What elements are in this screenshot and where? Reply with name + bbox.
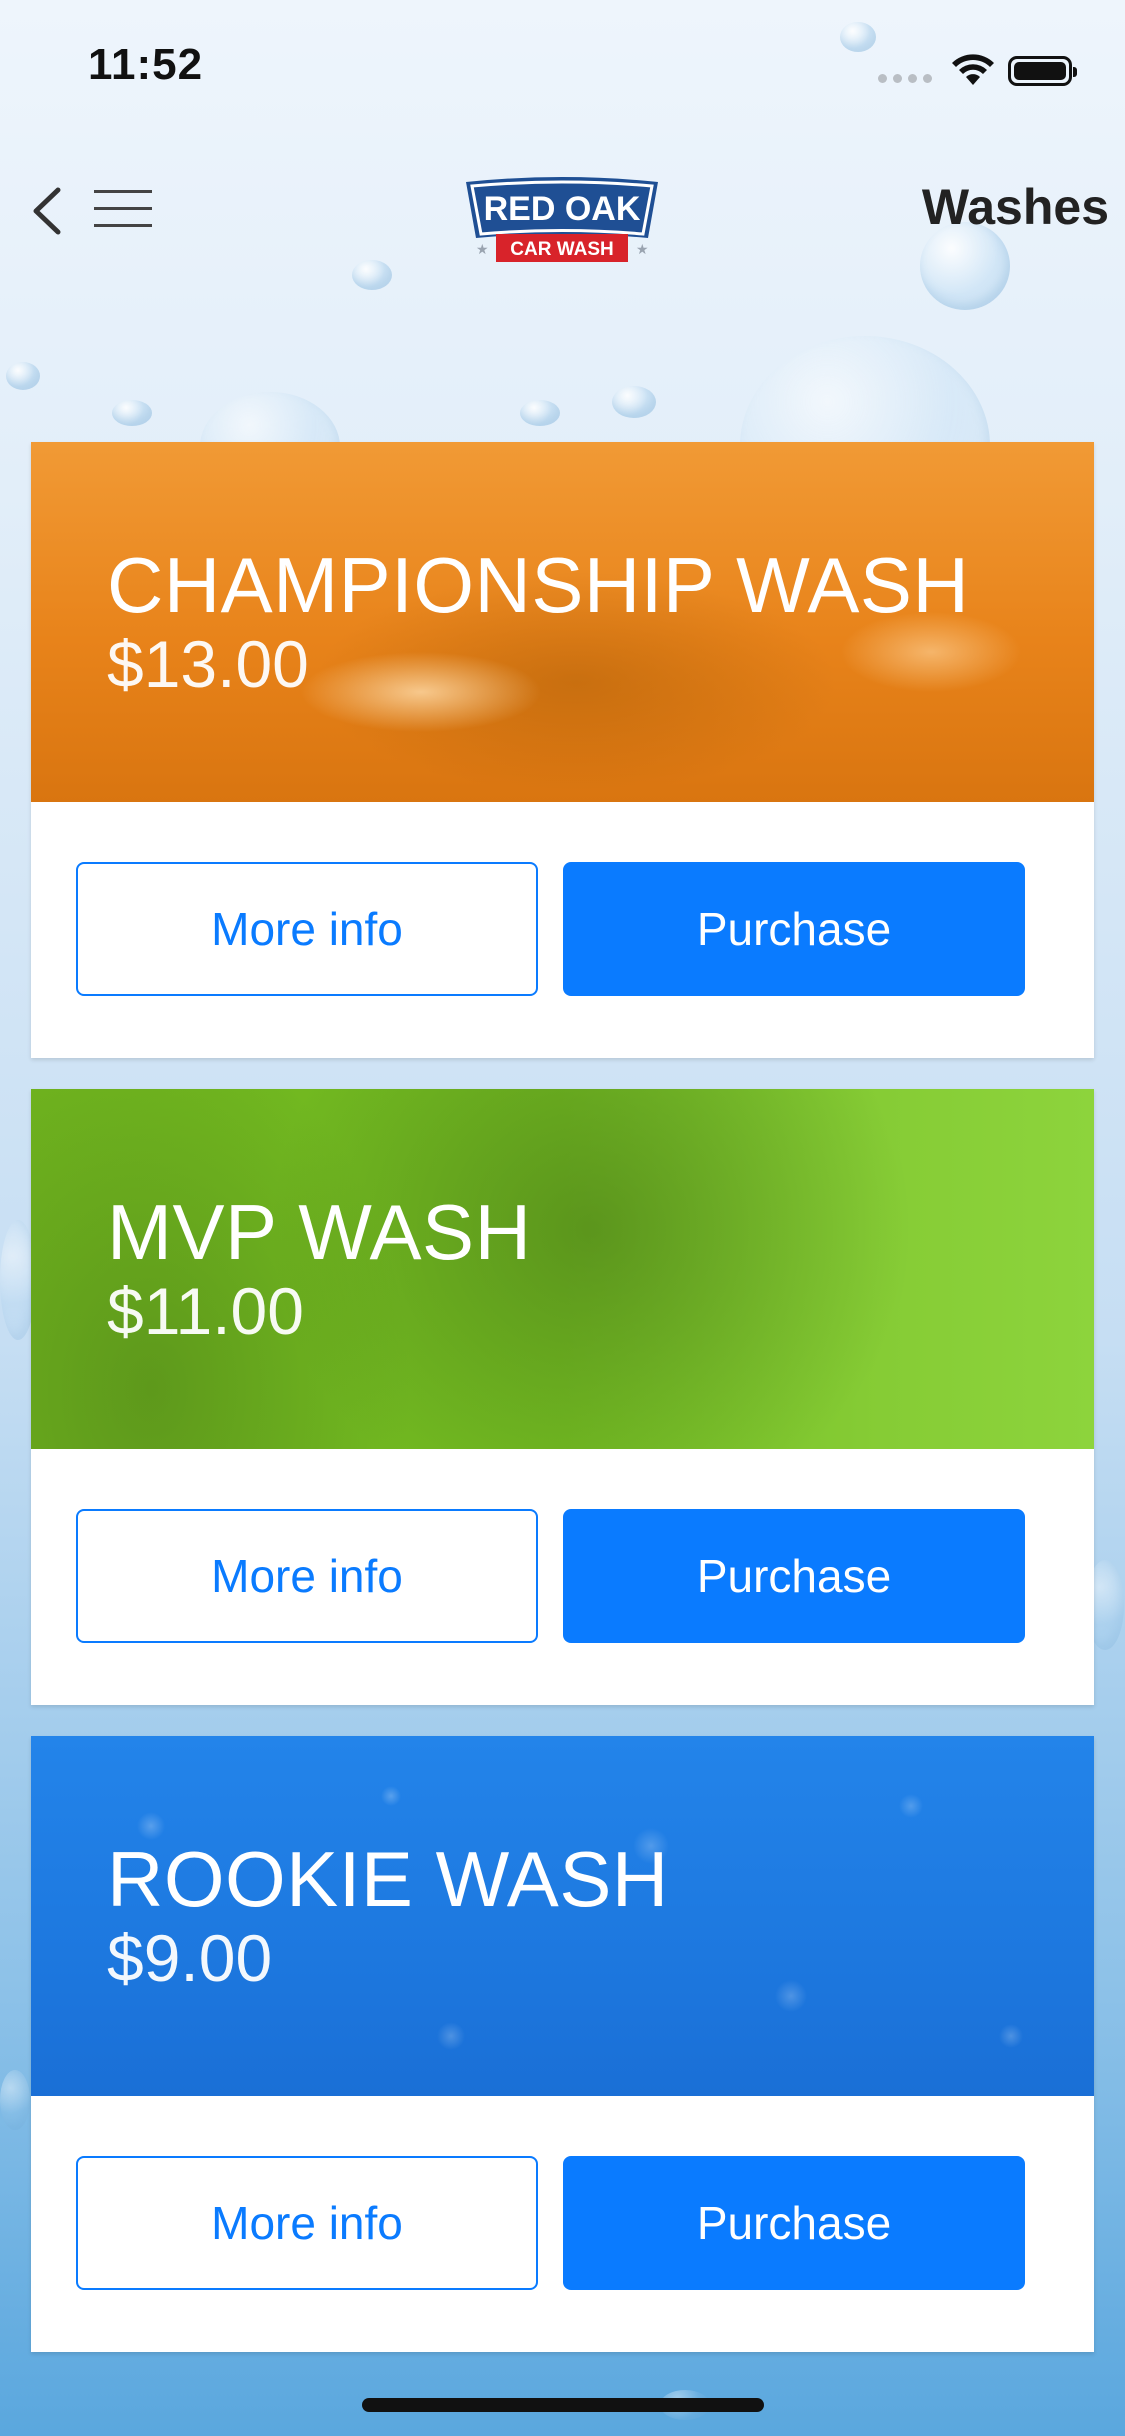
more-info-button[interactable]: More info [76, 1509, 538, 1643]
cellular-signal-icon [878, 74, 932, 83]
page-title: Washes [921, 179, 1109, 235]
wash-name: ROOKIE WASH [107, 1835, 669, 1923]
more-info-button[interactable]: More info [76, 2156, 538, 2290]
logo-subtitle: CAR WASH [510, 239, 613, 260]
wash-price: $11.00 [107, 1274, 304, 1348]
wash-price: $13.00 [107, 627, 309, 701]
wash-name: CHAMPIONSHIP WASH [107, 541, 970, 629]
svg-text:★: ★ [476, 241, 489, 257]
wash-banner: MVP WASH $11.00 [31, 1089, 1094, 1449]
wash-banner: CHAMPIONSHIP WASH $13.00 [31, 442, 1094, 802]
svg-text:★: ★ [636, 241, 649, 257]
wash-card-championship: CHAMPIONSHIP WASH $13.00 More info Purch… [31, 442, 1094, 1058]
purchase-button[interactable]: Purchase [563, 2156, 1025, 2290]
wifi-icon [952, 54, 994, 85]
back-chevron-icon[interactable] [28, 184, 68, 238]
wash-banner: ROOKIE WASH $9.00 [31, 1736, 1094, 2096]
red-oak-car-wash-logo: RED OAK ★ ★ CAR WASH [466, 177, 658, 262]
status-time: 11:52 [88, 40, 204, 89]
wash-card-mvp: MVP WASH $11.00 More info Purchase [31, 1089, 1094, 1705]
purchase-button[interactable]: Purchase [563, 862, 1025, 996]
purchase-button[interactable]: Purchase [563, 1509, 1025, 1643]
battery-icon [1008, 56, 1077, 86]
more-info-button[interactable]: More info [76, 862, 538, 996]
hamburger-menu-icon[interactable] [94, 190, 152, 230]
wash-name: MVP WASH [107, 1188, 532, 1276]
wash-card-rookie: ROOKIE WASH $9.00 More info Purchase [31, 1736, 1094, 2352]
wash-price: $9.00 [107, 1921, 273, 1995]
home-indicator[interactable] [362, 2398, 764, 2412]
logo-wordmark: RED OAK [484, 190, 641, 228]
